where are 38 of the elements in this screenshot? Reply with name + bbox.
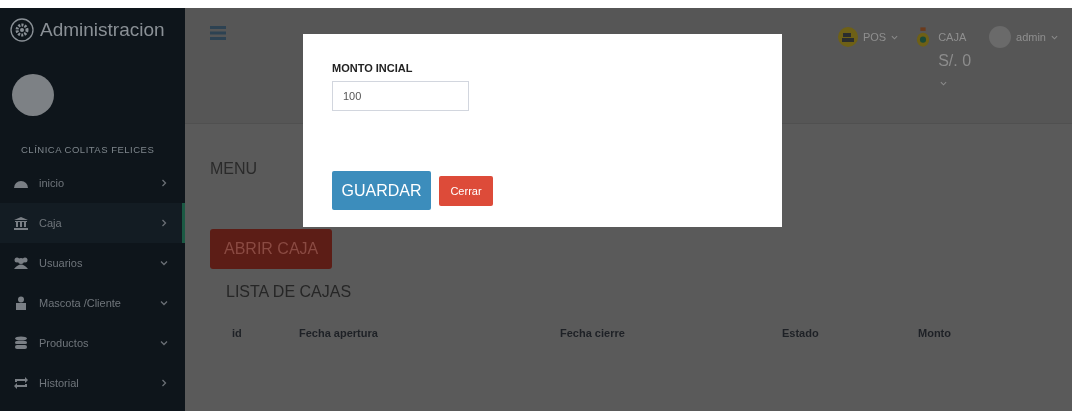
menu-item-icon (13, 336, 29, 350)
chevron-icon (160, 219, 168, 227)
menu-item-icon (13, 216, 29, 230)
chevron-icon (160, 179, 168, 187)
menu-icon[interactable] (210, 26, 226, 40)
close-button[interactable]: Cerrar (439, 175, 493, 206)
gear-icon (10, 18, 34, 42)
sidebar-item[interactable]: Usuarios (0, 243, 185, 283)
amount-input[interactable]: 100 (332, 81, 469, 111)
sidebar-item[interactable]: Mascota /Cliente (0, 283, 185, 323)
sidebar-item[interactable]: inicio (0, 163, 185, 203)
caret-icon (891, 33, 899, 41)
sidebar-item[interactable]: Productos (0, 323, 185, 363)
field-label: MONTO INCIAL (332, 62, 413, 74)
money-bag-icon (916, 26, 931, 48)
save-button[interactable]: GUARDAR (332, 171, 431, 210)
sidebar-item[interactable]: Caja (0, 203, 185, 243)
menu-item-icon (13, 376, 29, 390)
chevron-icon (160, 339, 168, 347)
sidebar-item[interactable]: Historial (0, 363, 185, 403)
column-header: id (232, 327, 243, 339)
chevron-icon (160, 299, 168, 307)
chevron-icon (160, 259, 168, 267)
caret-icon (940, 80, 948, 87)
pos-menu[interactable]: POS (837, 26, 899, 48)
chevron-icon (160, 379, 168, 387)
column-header: Fecha cierre (560, 327, 626, 339)
clinic-name: CLÍNICA COLITAS FELICES (21, 144, 156, 155)
menu-item-icon (13, 256, 29, 270)
cash-register-icon (837, 27, 858, 47)
user-menu[interactable]: admin (989, 26, 1058, 48)
caret-icon (1051, 33, 1058, 41)
clinic-logo (12, 74, 54, 116)
app-title: Administracion (40, 19, 165, 41)
column-header: Estado (782, 327, 820, 339)
column-header: Fecha apertura (299, 327, 379, 339)
menu-item-icon (13, 296, 29, 310)
column-header: Monto (918, 327, 951, 339)
